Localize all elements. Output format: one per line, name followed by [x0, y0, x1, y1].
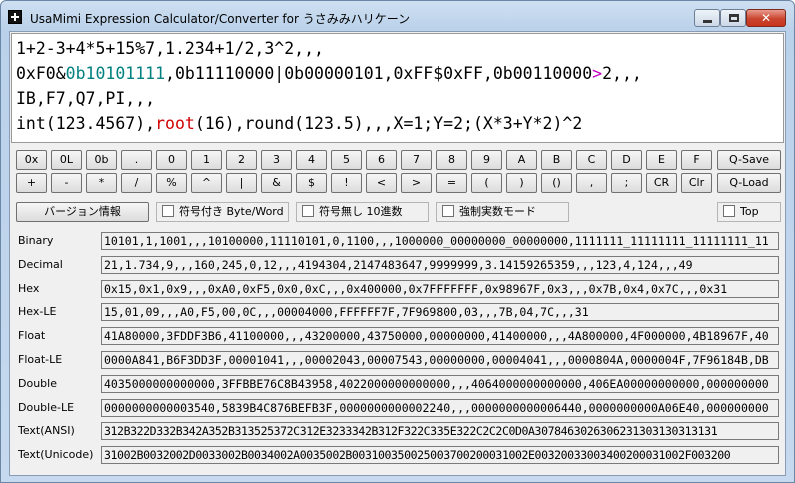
- key-8-button[interactable]: 8: [436, 150, 467, 170]
- key-e-button[interactable]: E: [646, 150, 677, 170]
- result-label: Hex-LE: [18, 305, 57, 319]
- key-comma-button[interactable]: ,: [576, 173, 607, 193]
- key-2-button[interactable]: 2: [226, 150, 257, 170]
- editor-line-1: 1+2-3+4*5+15%7,1.234+1/2,3^2,,,: [16, 39, 324, 58]
- result-label: Double: [18, 376, 57, 390]
- force-real-checkbox-label: 強制実数モード: [459, 205, 536, 218]
- key-9-button[interactable]: 9: [471, 150, 502, 170]
- key-semicolon-button[interactable]: ;: [611, 173, 642, 193]
- force-real-checkbox[interactable]: 強制実数モード: [436, 202, 569, 222]
- editor-cursor-operator: >: [592, 64, 603, 83]
- unsigned-checkbox[interactable]: 符号無し 10進数: [296, 202, 429, 222]
- maximize-button[interactable]: [720, 9, 746, 27]
- result-field[interactable]: 21,1.734,9,,,160,245,0,12,,,4194304,2147…: [101, 255, 779, 274]
- key-binary-prefix-button[interactable]: 0b: [86, 150, 117, 170]
- key-0-button[interactable]: 0: [156, 150, 187, 170]
- key-hex-prefix-button[interactable]: 0x: [16, 150, 47, 170]
- key-xor-button[interactable]: $: [296, 173, 327, 193]
- key-greater-than-button[interactable]: >: [401, 173, 432, 193]
- editor-binary-literal: 0b10101111: [65, 64, 166, 83]
- signed-checkbox[interactable]: 符号付き Byte/Word: [156, 202, 289, 222]
- editor-line-4a: int(123.4567),: [16, 114, 156, 133]
- key-long-prefix-button[interactable]: 0L: [51, 150, 82, 170]
- top-checkbox[interactable]: Top: [717, 202, 781, 222]
- minimize-button[interactable]: [694, 9, 720, 27]
- expression-editor[interactable]: 1+2-3+4*5+15%7,1.234+1/2,3^2,,, 0xF0&0b1…: [11, 33, 784, 143]
- editor-line-2a: 0xF0&: [16, 64, 66, 83]
- key-equals-button[interactable]: =: [436, 173, 467, 193]
- q-save-button[interactable]: Q-Save: [717, 150, 781, 170]
- key-not-button[interactable]: !: [331, 173, 362, 193]
- version-info-button[interactable]: バージョン情報: [16, 202, 149, 222]
- key-open-paren-button[interactable]: (: [471, 173, 502, 193]
- key-6-button[interactable]: 6: [366, 150, 397, 170]
- key-b-button[interactable]: B: [541, 150, 572, 170]
- key-multiply-button[interactable]: *: [86, 173, 117, 193]
- key-4-button[interactable]: 4: [296, 150, 327, 170]
- result-label: Float: [18, 329, 46, 343]
- result-field[interactable]: 0000000000003540,5839B4C876BEFB3F,000000…: [101, 398, 779, 417]
- result-field[interactable]: 41A80000,3FDDF3B6,41100000,,,43200000,43…: [101, 327, 779, 346]
- minimize-icon: [703, 20, 712, 23]
- key-plus-button[interactable]: +: [16, 173, 47, 193]
- key-7-button[interactable]: 7: [401, 150, 432, 170]
- result-label: Decimal: [18, 257, 63, 271]
- top-checkbox-box[interactable]: [723, 205, 735, 217]
- result-label: Float-LE: [18, 353, 63, 366]
- maximize-icon: [729, 14, 739, 22]
- result-field[interactable]: 10101,1,1001,,,10100000,11110101,0,1100,…: [101, 232, 779, 250]
- result-field[interactable]: 4035000000000000,3FFBBE76C8B43958,402200…: [101, 374, 779, 393]
- key-bitwise-and-button[interactable]: &: [261, 173, 292, 193]
- unsigned-checkbox-box[interactable]: [302, 205, 314, 217]
- key-d-button[interactable]: D: [611, 150, 642, 170]
- key-power-button[interactable]: ^: [191, 173, 222, 193]
- key-f-button[interactable]: F: [681, 150, 712, 170]
- app-icon: [8, 10, 22, 24]
- window-title: UsaMimi Expression Calculator/Converter …: [30, 12, 411, 26]
- calculator-window: UsaMimi Expression Calculator/Converter …: [0, 0, 795, 483]
- result-label: Text(Unicode): [18, 448, 94, 462]
- editor-line-4c: (16),round(123.5),,,X=1;Y=2;(X*3+Y*2)^2: [194, 114, 583, 133]
- close-button[interactable]: ✕: [746, 9, 786, 27]
- editor-line-2e: 2,,,: [602, 64, 642, 83]
- key-divide-button[interactable]: /: [121, 173, 152, 193]
- result-label: Hex: [18, 281, 40, 295]
- editor-function-root: root: [155, 114, 195, 133]
- signed-checkbox-label: 符号付き Byte/Word: [179, 205, 284, 218]
- result-field[interactable]: 31002B0032002D0033002B0034002A0035002B00…: [101, 446, 779, 465]
- unsigned-checkbox-label: 符号無し 10進数: [319, 205, 403, 218]
- key-parens-button[interactable]: (): [541, 173, 572, 193]
- editor-line-3: IB,F7,Q7,PI,,,: [16, 89, 156, 108]
- title-bar[interactable]: UsaMimi Expression Calculator/Converter …: [1, 1, 794, 31]
- result-field[interactable]: 0x15,0x1,0x9,,,0xA0,0xF5,0x0,0xC,,,0x400…: [101, 279, 779, 298]
- client-area: 1+2-3+4*5+15%7,1.234+1/2,3^2,,, 0xF0&0b1…: [9, 31, 786, 476]
- key-decimal-point-button[interactable]: .: [121, 150, 152, 170]
- result-label: Text(ANSI): [18, 424, 75, 438]
- result-label: Binary: [18, 234, 54, 247]
- force-real-checkbox-box[interactable]: [442, 205, 454, 217]
- result-field[interactable]: 15,01,09,,,A0,F5,00,0C,,,00004000,FFFFFF…: [101, 303, 779, 322]
- key-5-button[interactable]: 5: [331, 150, 362, 170]
- key-less-than-button[interactable]: <: [366, 173, 397, 193]
- key-modulo-button[interactable]: %: [156, 173, 187, 193]
- result-field[interactable]: 0000A841,B6F3DD3F,00001041,,,00002043,00…: [101, 351, 779, 369]
- result-label: Double-LE: [18, 400, 75, 414]
- top-checkbox-label: Top: [740, 205, 759, 218]
- key-bitwise-or-button[interactable]: |: [226, 173, 257, 193]
- signed-checkbox-box[interactable]: [162, 205, 174, 217]
- key-3-button[interactable]: 3: [261, 150, 292, 170]
- q-load-button[interactable]: Q-Load: [717, 173, 781, 193]
- key-clear-button[interactable]: Clr: [681, 173, 712, 193]
- close-icon: ✕: [760, 11, 772, 25]
- key-minus-button[interactable]: -: [51, 173, 82, 193]
- result-field[interactable]: 312B322D332B342A352B313525372C312E323334…: [101, 422, 779, 441]
- key-close-paren-button[interactable]: ): [506, 173, 537, 193]
- key-c-button[interactable]: C: [576, 150, 607, 170]
- key-a-button[interactable]: A: [506, 150, 537, 170]
- editor-line-2c: ,0b11110000|0b00000101,0xFF$0xFF,0b00110…: [165, 64, 593, 83]
- key-1-button[interactable]: 1: [191, 150, 222, 170]
- key-carriage-return-button[interactable]: CR: [646, 173, 677, 193]
